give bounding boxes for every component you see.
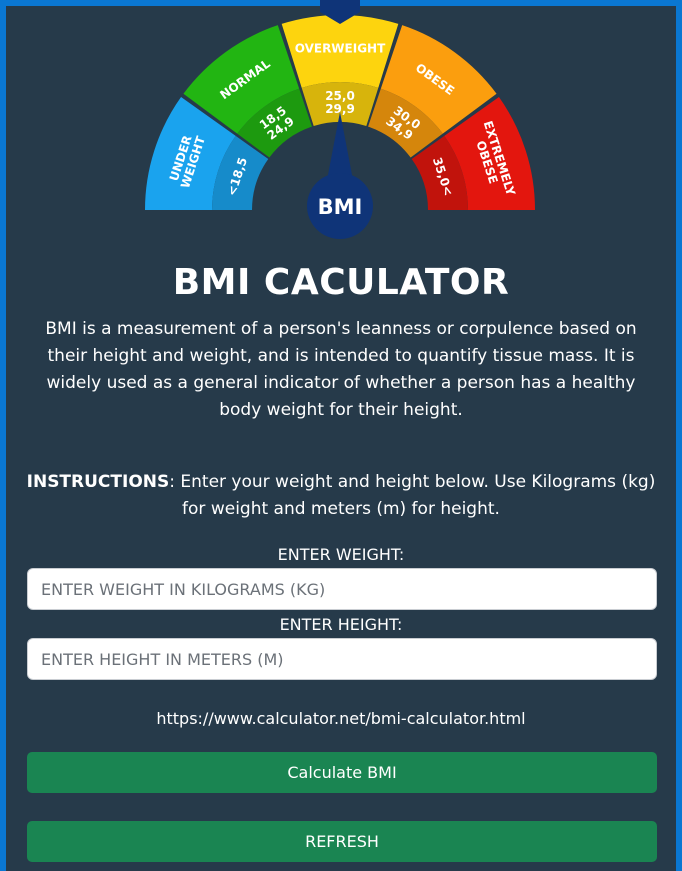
height-input[interactable] (27, 638, 657, 680)
bmi-center-label: BMI (318, 195, 363, 219)
source-url: https://www.calculator.net/bmi-calculato… (156, 709, 526, 728)
refresh-button[interactable]: REFRESH (27, 821, 657, 862)
calculate-bmi-button[interactable]: Calculate BMI (27, 752, 657, 793)
weight-label: ENTER WEIGHT: (277, 545, 405, 564)
height-label: ENTER HEIGHT: (279, 615, 403, 634)
gauge-range-overweight: 25,0 29,9 (325, 89, 355, 116)
gauge-label-overweight: OVERWEIGHT (295, 42, 386, 56)
page-title: BMI CACULATOR (172, 262, 510, 303)
description-text: BMI is a measurement of a person's leann… (45, 319, 637, 420)
instructions-text: INSTRUCTIONS: Enter your weight and heig… (26, 469, 656, 523)
instructions-label: INSTRUCTIONS (26, 472, 170, 492)
instructions-body: : Enter your weight and height below. Us… (169, 472, 656, 519)
weight-input[interactable] (27, 568, 657, 610)
bmi-gauge: UNDERWEIGHT <18,5NORMAL18,524,9OVERWEIGHT… (145, 0, 535, 239)
